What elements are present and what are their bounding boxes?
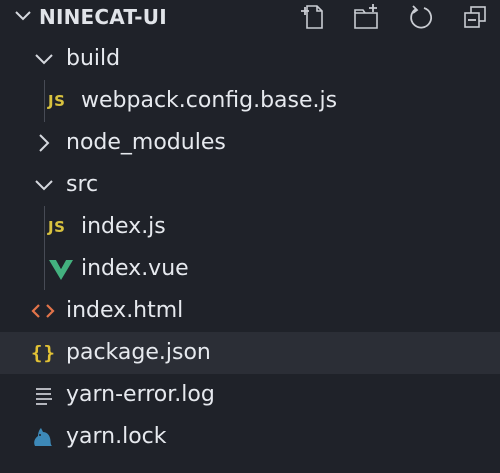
refresh-icon bbox=[405, 3, 437, 31]
new-file-icon bbox=[296, 3, 328, 31]
tree-item-label: yarn.lock bbox=[66, 424, 167, 449]
indent-guide bbox=[44, 206, 45, 248]
tree-item-label: index.vue bbox=[81, 256, 189, 281]
tree-item-node-modules-folder[interactable]: node_modules bbox=[0, 122, 500, 164]
json-braces-icon: {} bbox=[31, 342, 56, 364]
text-lines-icon bbox=[31, 382, 57, 408]
explorer-panel: NINECAT-UI build JS webpack.config.base.… bbox=[0, 0, 500, 473]
tree-item-index-html-file[interactable]: index.html bbox=[0, 290, 500, 332]
chevron-down-icon bbox=[31, 172, 57, 198]
new-file-button[interactable] bbox=[296, 1, 328, 31]
javascript-file-icon: JS bbox=[48, 218, 66, 236]
explorer-title: NINECAT-UI bbox=[39, 5, 167, 29]
tree-item-build-folder[interactable]: build bbox=[0, 38, 500, 80]
tree-item-label: src bbox=[66, 172, 99, 197]
tree-item-label: yarn-error.log bbox=[66, 382, 215, 407]
chevron-right-icon bbox=[31, 130, 57, 156]
tree-item-label: index.html bbox=[66, 298, 184, 323]
tree-item-package-json-file[interactable]: {} package.json bbox=[0, 332, 500, 374]
tree-item-src-folder[interactable]: src bbox=[0, 164, 500, 206]
tree-item-label: node_modules bbox=[66, 130, 226, 155]
tree-item-label: package.json bbox=[66, 340, 211, 365]
vue-logo-icon bbox=[48, 256, 74, 282]
tree-item-label: webpack.config.base.js bbox=[81, 88, 338, 113]
tree-item-label: index.js bbox=[81, 214, 166, 239]
html-code-icon bbox=[30, 298, 56, 324]
collapse-all-button[interactable] bbox=[459, 1, 491, 31]
chevron-down-icon bbox=[31, 46, 57, 72]
new-folder-button[interactable] bbox=[350, 1, 382, 31]
yarn-cat-icon bbox=[30, 424, 56, 450]
indent-guide bbox=[44, 248, 45, 290]
explorer-header[interactable]: NINECAT-UI bbox=[0, 0, 500, 34]
tree-item-index-vue-file[interactable]: index.vue bbox=[0, 248, 500, 290]
new-folder-icon bbox=[350, 3, 382, 31]
tree-item-index-js-file[interactable]: JS index.js bbox=[0, 206, 500, 248]
indent-guide bbox=[44, 80, 45, 122]
collapse-all-icon bbox=[459, 3, 491, 31]
javascript-file-icon: JS bbox=[48, 92, 66, 110]
chevron-down-icon[interactable] bbox=[13, 6, 33, 26]
tree-item-webpack-config-file[interactable]: JS webpack.config.base.js bbox=[0, 80, 500, 122]
tree-item-yarn-error-log-file[interactable]: yarn-error.log bbox=[0, 374, 500, 416]
refresh-button[interactable] bbox=[405, 1, 437, 31]
tree-item-yarn-lock-file[interactable]: yarn.lock bbox=[0, 416, 500, 458]
tree-item-label: build bbox=[66, 46, 121, 71]
